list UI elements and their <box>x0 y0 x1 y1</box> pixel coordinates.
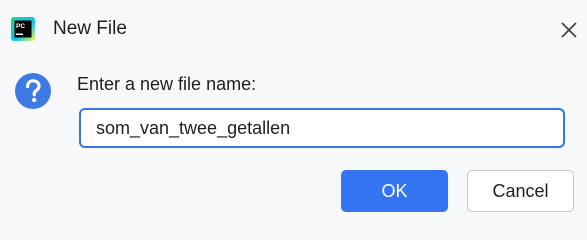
prompt-label: Enter a new file name: <box>77 74 257 94</box>
window-title: New File <box>53 18 127 39</box>
file-name-input[interactable] <box>79 108 565 148</box>
ok-button[interactable]: OK <box>341 170 448 212</box>
cancel-button[interactable]: Cancel <box>467 170 574 212</box>
question-icon <box>15 73 51 109</box>
app-icon-text: PC <box>16 23 25 30</box>
close-icon[interactable] <box>558 19 580 41</box>
new-file-dialog: PC New File Enter a new file name: OK Ca… <box>0 0 587 220</box>
pycharm-icon: PC <box>11 17 35 41</box>
